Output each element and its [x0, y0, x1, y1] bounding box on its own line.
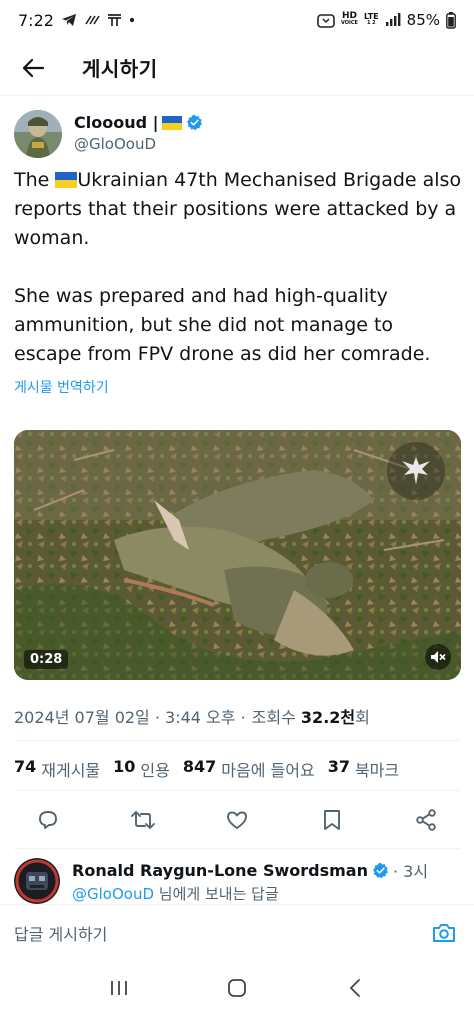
- engagement-stats: 74 재게시물 10 인용 847 마음에 들어요 37 북마크: [14, 757, 399, 781]
- home-icon: [228, 979, 246, 997]
- page-title: 게시하기: [82, 57, 158, 81]
- notification-dot-icon: [129, 17, 135, 23]
- camera-button[interactable]: [430, 919, 458, 947]
- tweet-author: Cloooud | @GloOouD: [14, 110, 460, 160]
- status-bar: 7:22 HD VOICE LTE 1 2 85%: [0, 0, 474, 40]
- tweet-timestamp: 2024년 07월 02일 · 3:44 오후 · 조회수 32.2천회: [14, 704, 370, 728]
- heart-icon: [227, 811, 247, 829]
- reply-icon: [39, 811, 57, 829]
- video-player[interactable]: 0:28: [14, 430, 461, 680]
- stat-bookmarks[interactable]: 37 북마크: [328, 757, 399, 781]
- stat-quotes[interactable]: 10 인용: [113, 757, 170, 781]
- brigade-logo-icon: [387, 442, 445, 500]
- telegram-icon: [61, 13, 77, 27]
- reply-preview[interactable]: Ronald Raygun-Lone Swordsman · 3시 @GloOo…: [14, 856, 460, 904]
- video-duration: 0:28: [24, 650, 69, 669]
- tweet-text: The Ukrainian 47th Mechanised Brigade al…: [14, 166, 466, 369]
- timestamp-date: 2024년 07월 02일 · 3:44 오후 ·: [14, 708, 246, 727]
- ukraine-flag-icon: [162, 115, 183, 130]
- recent-apps-icon: [111, 981, 127, 995]
- tweet-text-para2: She was prepared and had high-quality am…: [14, 285, 431, 365]
- stat-reposts[interactable]: 74 재게시물: [14, 757, 100, 781]
- reply-time: · 3시: [392, 862, 429, 881]
- ukraine-flag-icon: [55, 172, 78, 188]
- app-header: 게시하기: [0, 40, 474, 96]
- back-button[interactable]: [16, 51, 50, 85]
- chevron-left-icon: [349, 979, 360, 997]
- muted-speaker-icon: [431, 651, 446, 663]
- author-name[interactable]: Cloooud |: [74, 113, 158, 132]
- system-back-button[interactable]: [335, 968, 375, 1008]
- system-nav-bar: [0, 960, 474, 1016]
- signal-icon: [385, 13, 401, 27]
- reply-input[interactable]: 답글 게시하기: [14, 921, 107, 945]
- tweet-text-prefix: The: [14, 169, 56, 191]
- share-icon: [416, 809, 436, 831]
- retweet-button[interactable]: [129, 806, 157, 834]
- verified-badge-icon: [187, 114, 203, 131]
- recent-apps-button[interactable]: [99, 968, 139, 1008]
- stat-likes[interactable]: 847 마음에 들어요: [183, 757, 315, 781]
- battery-icon: [446, 11, 456, 29]
- carrier-icon: [107, 13, 122, 27]
- divider: [14, 848, 460, 849]
- reply-button[interactable]: [34, 806, 62, 834]
- reply-mention[interactable]: @GloOouD: [72, 885, 154, 903]
- divider: [14, 790, 460, 791]
- divider: [14, 740, 460, 741]
- status-time: 7:22: [18, 10, 54, 30]
- lte-icon: LTE 1 2: [363, 12, 379, 27]
- translate-post-link[interactable]: 게시물 번역하기: [14, 377, 109, 397]
- battery-level: 85%: [406, 11, 440, 29]
- camera-icon: [433, 923, 455, 942]
- hd-voice-icon: HD VOICE: [340, 11, 358, 27]
- retweet-icon: [130, 811, 155, 829]
- reply-to-suffix: 님에게 보내는 답글: [154, 885, 279, 903]
- bookmark-button[interactable]: [318, 806, 346, 834]
- share-button[interactable]: [412, 806, 440, 834]
- like-button[interactable]: [223, 806, 251, 834]
- author-avatar[interactable]: [14, 110, 62, 158]
- back-arrow-icon: [22, 58, 44, 77]
- reply-composer: 답글 게시하기: [0, 904, 474, 960]
- home-button[interactable]: [217, 968, 257, 1008]
- reply-author-name[interactable]: Ronald Raygun-Lone Swordsman: [72, 861, 368, 880]
- alarm-icon: [317, 12, 335, 28]
- nfc-icon: [84, 14, 100, 26]
- replying-to: @GloOouD 님에게 보내는 답글: [72, 883, 279, 904]
- tweet-actions: [14, 802, 460, 838]
- views-count[interactable]: 조회수 32.2천회: [252, 704, 370, 728]
- mute-button[interactable]: [425, 644, 451, 670]
- reply-avatar[interactable]: [14, 858, 60, 904]
- tweet-text-para1: Ukrainian 47th Mechanised Brigade also r…: [14, 169, 468, 249]
- verified-badge-icon: [372, 862, 389, 878]
- author-handle[interactable]: @GloOouD: [74, 135, 203, 153]
- bookmark-icon: [323, 810, 340, 830]
